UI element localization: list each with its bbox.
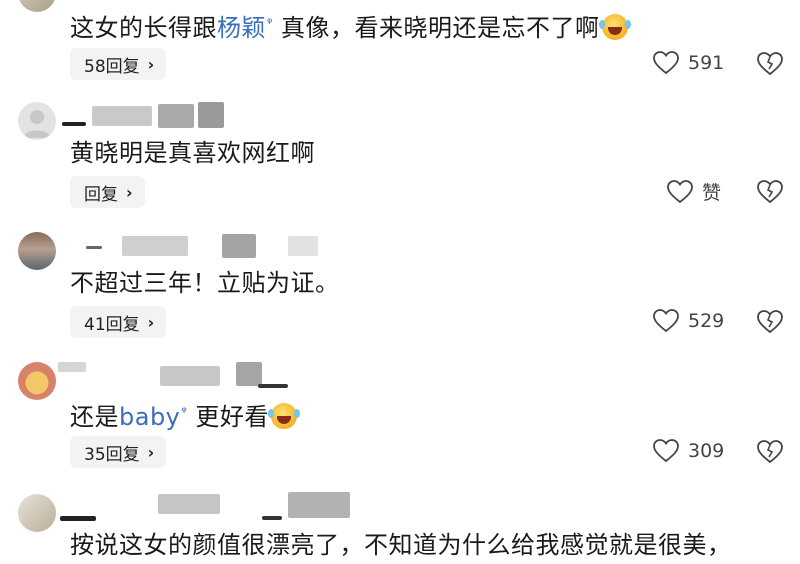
like-button[interactable]: 赞 <box>666 178 721 205</box>
comment-text-segment: 按说这女的颜值很漂亮了，不知道为什么给我感觉就是很美， <box>70 531 732 559</box>
comment-text: 这女的长得跟杨颖ᵠ 真像，看来晓明还是忘不了啊 <box>70 9 628 43</box>
comment-text-segment: 真像，看来晓明还是忘不了啊 <box>272 14 600 42</box>
avatar[interactable] <box>18 362 56 400</box>
like-count: 309 <box>688 440 725 462</box>
broken-heart-icon[interactable] <box>756 308 784 336</box>
chevron-right-icon: › <box>147 54 155 74</box>
comment-text: 不超过三年！立贴为证。 <box>70 268 340 298</box>
avatar[interactable] <box>18 102 56 140</box>
like-count: 529 <box>688 310 725 332</box>
reply-label: 35回复 <box>84 444 140 465</box>
like-button[interactable]: 529 <box>652 308 724 334</box>
broken-heart-icon[interactable] <box>756 178 784 206</box>
comment-text: 按说这女的颜值很漂亮了，不知道为什么给我感觉就是很美， <box>70 530 732 560</box>
like-button[interactable]: 309 <box>652 438 724 464</box>
comment-text-segment: 这女的长得跟 <box>70 14 217 42</box>
reply-label: 41回复 <box>84 314 140 335</box>
reply-button[interactable]: 35回复 › <box>70 436 167 468</box>
comment-text: 还是babyᵠ 更好看 <box>70 398 297 432</box>
default-avatar-icon <box>23 110 51 138</box>
avatar[interactable] <box>18 0 56 12</box>
chevron-right-icon: › <box>147 312 155 332</box>
mention-link[interactable]: baby <box>119 403 180 431</box>
reply-label: 58回复 <box>84 56 140 77</box>
like-count: 591 <box>688 52 725 74</box>
heart-icon <box>653 51 679 75</box>
comment-text-segment: 还是 <box>70 403 119 431</box>
like-label: 赞 <box>702 182 722 204</box>
comment-text-segment: 黄晓明是真喜欢网红啊 <box>70 139 315 167</box>
reply-button[interactable]: 41回复 › <box>70 306 167 338</box>
reply-button[interactable]: 回复 › <box>70 176 145 208</box>
laugh-cry-emoji <box>598 14 628 40</box>
heart-icon <box>653 439 679 463</box>
chevron-right-icon: › <box>126 182 133 202</box>
broken-heart-icon[interactable] <box>756 50 784 78</box>
comment-text-segment: 更好看 <box>187 403 269 431</box>
mention-link[interactable]: 杨颖 <box>217 14 266 42</box>
avatar[interactable] <box>18 232 56 270</box>
avatar[interactable] <box>18 494 56 532</box>
heart-icon <box>667 179 693 203</box>
like-button[interactable]: 591 <box>652 50 724 76</box>
laugh-cry-emoji <box>267 403 297 429</box>
chevron-right-icon: › <box>147 442 155 462</box>
comment-text-segment: 不超过三年！立贴为证。 <box>70 269 340 297</box>
reply-label: 回复 <box>84 184 118 205</box>
broken-heart-icon[interactable] <box>756 438 784 466</box>
reply-button[interactable]: 58回复 › <box>70 48 167 80</box>
heart-icon <box>653 309 679 333</box>
comment-text: 黄晓明是真喜欢网红啊 <box>70 138 315 168</box>
